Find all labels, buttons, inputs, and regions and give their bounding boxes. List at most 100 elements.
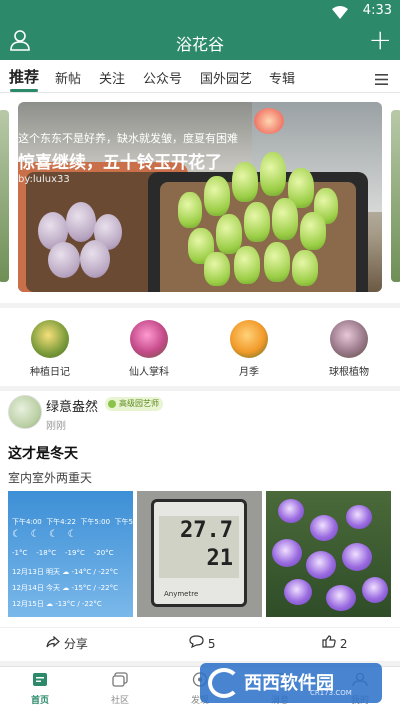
nav-community[interactable]: 社区 xyxy=(90,672,150,706)
banner-caption-top: 这个东东不是好养，缺水就发皱，度夏有困难 xyxy=(18,132,238,145)
post-image-violets[interactable] xyxy=(266,491,391,617)
shortcut-label: 月季 xyxy=(239,367,259,378)
nav-label: 社区 xyxy=(110,696,129,706)
wifi-icon xyxy=(332,4,348,23)
banner-prev-card[interactable] xyxy=(0,110,9,282)
nav-home[interactable]: 首页 xyxy=(10,672,70,706)
weather-time: 下午4:00 xyxy=(12,518,42,526)
violet-flower xyxy=(306,551,336,579)
share-label: 分享 xyxy=(63,637,88,651)
share-icon xyxy=(46,635,60,648)
violet-flower xyxy=(342,543,372,571)
violet-flower xyxy=(284,579,312,605)
succulent-leaf xyxy=(204,252,230,286)
banner-next-card[interactable] xyxy=(391,110,400,282)
violet-flower xyxy=(346,505,372,529)
succulent-leaf xyxy=(272,198,298,240)
avatar[interactable] xyxy=(8,395,42,429)
succulent-leaf xyxy=(80,240,110,278)
banner-carousel: 这个东东不是好养，缺水就发皱，度夏有困难 惊喜继续，五十铃玉开花了 by:lul… xyxy=(0,93,400,303)
tab-albums[interactable]: 专辑 xyxy=(269,68,295,87)
weather-day: 12月13日 明天 xyxy=(12,568,61,576)
menu-icon[interactable] xyxy=(375,70,388,89)
app-title: 浴花谷 xyxy=(175,35,224,54)
community-icon xyxy=(112,672,128,687)
shortcut-rose[interactable]: 月季 xyxy=(209,320,289,378)
rose-icon xyxy=(230,320,268,358)
banner-card[interactable]: 这个东东不是好养，缺水就发皱，度夏有困难 惊喜继续，五十铃玉开花了 by:lul… xyxy=(18,102,382,292)
weather-temp: -19°C xyxy=(65,549,85,557)
post-actions: 分享 5 2 xyxy=(0,627,400,657)
shortcut-label: 仙人掌科 xyxy=(129,367,169,378)
shortcut-label: 球根植物 xyxy=(329,367,369,378)
weather-temp: -1°C xyxy=(12,549,28,557)
badge-dot-icon xyxy=(108,400,116,408)
comment-count: 5 xyxy=(207,637,216,651)
status-bar: 4:33 xyxy=(0,0,400,22)
post-time: 刚刚 xyxy=(46,421,66,432)
active-tab-indicator xyxy=(10,89,38,92)
post-image-weather[interactable]: 下午4:00 下午4:22 下午5:00 下午5:22 ☾ ☾ ☾ ☾ -1°C… xyxy=(8,491,133,617)
share-button[interactable]: 分享 xyxy=(46,635,88,652)
weather-time: 下午5:00 xyxy=(80,518,111,526)
post-image-thermometer[interactable]: 27.7 21 Anymetre xyxy=(137,491,262,617)
thermometer-screen: 27.7 21 xyxy=(159,516,239,578)
add-post-icon[interactable]: + xyxy=(369,26,392,54)
violet-flower xyxy=(278,499,304,523)
succulent-leaf xyxy=(260,152,286,196)
shortcut-bulb-plants[interactable]: 球根植物 xyxy=(309,320,389,378)
status-badge: 高级园艺师 xyxy=(105,397,163,411)
tab-new-posts[interactable]: 新帖 xyxy=(55,68,81,87)
weather-temp: -18°C xyxy=(36,549,57,557)
nav-label: 首页 xyxy=(30,696,49,706)
shortcut-planting-diary[interactable]: 种植日记 xyxy=(10,320,90,378)
shortcut-label: 种植日记 xyxy=(30,367,70,378)
tab-following[interactable]: 关注 xyxy=(99,68,125,87)
violet-flower xyxy=(362,577,388,603)
succulent-leaf xyxy=(66,202,96,242)
planting-diary-icon xyxy=(31,320,69,358)
banner-caption-user: by:lulux33 xyxy=(18,174,70,185)
violet-flower xyxy=(310,515,338,541)
comment-icon xyxy=(189,635,204,649)
category-tabs: 推荐 新帖 关注 公众号 国外园艺 专辑 xyxy=(0,60,400,93)
succulent-leaf xyxy=(292,250,318,286)
succulent-leaf xyxy=(232,162,258,202)
post-card[interactable]: 绿意盎然 高级园艺师 刚刚 这才是冬天 室内室外两重天 下午4:00 下午4:2… xyxy=(0,391,400,661)
succulent-leaf xyxy=(244,202,270,242)
thumbs-up-icon xyxy=(322,635,336,648)
watermark-logo-icon xyxy=(208,668,240,698)
thermometer-brand: Anymetre xyxy=(164,590,199,598)
like-count: 2 xyxy=(339,637,348,651)
succulent-flower xyxy=(254,108,284,134)
violet-flower xyxy=(326,585,356,611)
tab-foreign-gardening[interactable]: 国外园艺 xyxy=(200,68,252,87)
weather-range: -14°C / -22°C xyxy=(71,568,118,576)
post-subtitle: 室内室外两重天 xyxy=(8,471,93,485)
thermometer-humidity: 21 xyxy=(206,546,234,571)
bulb-plants-icon xyxy=(330,320,368,358)
thermometer-temp: 27.7 xyxy=(180,518,233,543)
post-author[interactable]: 绿意盎然 xyxy=(46,396,98,415)
weather-time: 下午4:22 xyxy=(46,518,76,526)
weather-day: 12月14日 今天 xyxy=(12,584,61,592)
category-shortcuts: 种植日记 仙人掌科 月季 球根植物 xyxy=(0,308,400,386)
succulent-leaf xyxy=(48,242,80,278)
weather-range: -15°C / -22°C xyxy=(71,584,118,592)
succulent-leaf xyxy=(234,246,260,284)
weather-time: 下午5:22 xyxy=(114,518,133,526)
watermark-url: CR173.COM xyxy=(310,689,352,697)
shortcut-cactus[interactable]: 仙人掌科 xyxy=(109,320,189,378)
tab-recommend[interactable]: 推荐 xyxy=(9,66,39,87)
badge-label: 高级园艺师 xyxy=(119,399,159,408)
status-time: 4:33 xyxy=(362,3,392,18)
succulent-leaf xyxy=(300,212,326,250)
like-button[interactable]: 2 xyxy=(322,635,347,651)
watermark: 西西软件园 CR173.COM xyxy=(200,663,382,703)
banner-caption-main: 惊喜继续，五十铃玉开花了 xyxy=(18,153,222,173)
weather-temp: -20°C xyxy=(93,549,114,557)
succulent-leaf xyxy=(204,176,230,216)
post-title[interactable]: 这才是冬天 xyxy=(8,443,78,463)
comment-button[interactable]: 5 xyxy=(189,635,215,651)
tab-official-accounts[interactable]: 公众号 xyxy=(143,68,182,87)
